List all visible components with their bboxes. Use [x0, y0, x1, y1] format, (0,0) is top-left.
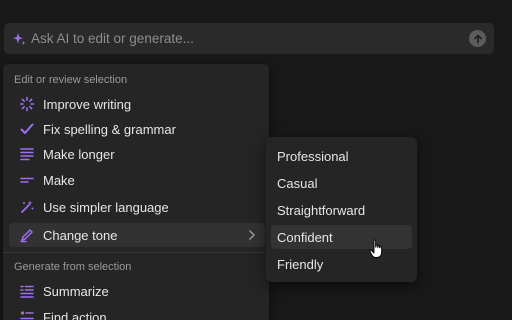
- action-list-icon: [19, 309, 35, 320]
- checkmark-icon: [19, 121, 35, 137]
- menu-item-fix-spelling[interactable]: Fix spelling & grammar: [9, 117, 265, 141]
- ai-prompt-bar[interactable]: [4, 23, 494, 54]
- tone-option-professional[interactable]: Professional: [271, 144, 412, 168]
- menu-divider: [3, 252, 269, 253]
- tone-option-confident[interactable]: Confident: [271, 225, 412, 249]
- send-button[interactable]: [469, 30, 486, 47]
- ai-actions-menu: Edit or review selection Improve writing…: [3, 64, 269, 320]
- hand-pointer-cursor-icon: [369, 239, 385, 264]
- lines-long-icon: [19, 146, 35, 162]
- section-label-edit: Edit or review selection: [14, 74, 128, 86]
- tone-submenu: Professional Casual Straightforward Conf…: [266, 137, 417, 282]
- magic-wand-icon: [19, 199, 35, 215]
- menu-item-make[interactable]: Make: [9, 168, 265, 192]
- sparkle-icon: [12, 32, 26, 46]
- ai-prompt-input[interactable]: [31, 31, 494, 46]
- lines-short-icon: [19, 172, 35, 188]
- sparkle-burst-icon: [19, 96, 35, 112]
- menu-item-find-action[interactable]: Find action: [9, 305, 265, 320]
- tone-option-straightforward[interactable]: Straightforward: [271, 198, 412, 222]
- tone-option-friendly[interactable]: Friendly: [271, 252, 412, 276]
- arrow-up-icon: [473, 34, 482, 43]
- pen-icon: [19, 227, 35, 243]
- summary-lines-icon: [19, 283, 35, 299]
- menu-item-simpler-language[interactable]: Use simpler language: [9, 195, 265, 219]
- menu-item-summarize[interactable]: Summarize: [9, 279, 265, 303]
- menu-item-improve-writing[interactable]: Improve writing: [9, 92, 265, 116]
- chevron-right-icon: [247, 229, 257, 241]
- section-label-generate: Generate from selection: [14, 261, 132, 273]
- menu-item-change-tone[interactable]: Change tone: [9, 223, 265, 247]
- tone-option-casual[interactable]: Casual: [271, 171, 412, 195]
- menu-item-make-longer[interactable]: Make longer: [9, 142, 265, 166]
